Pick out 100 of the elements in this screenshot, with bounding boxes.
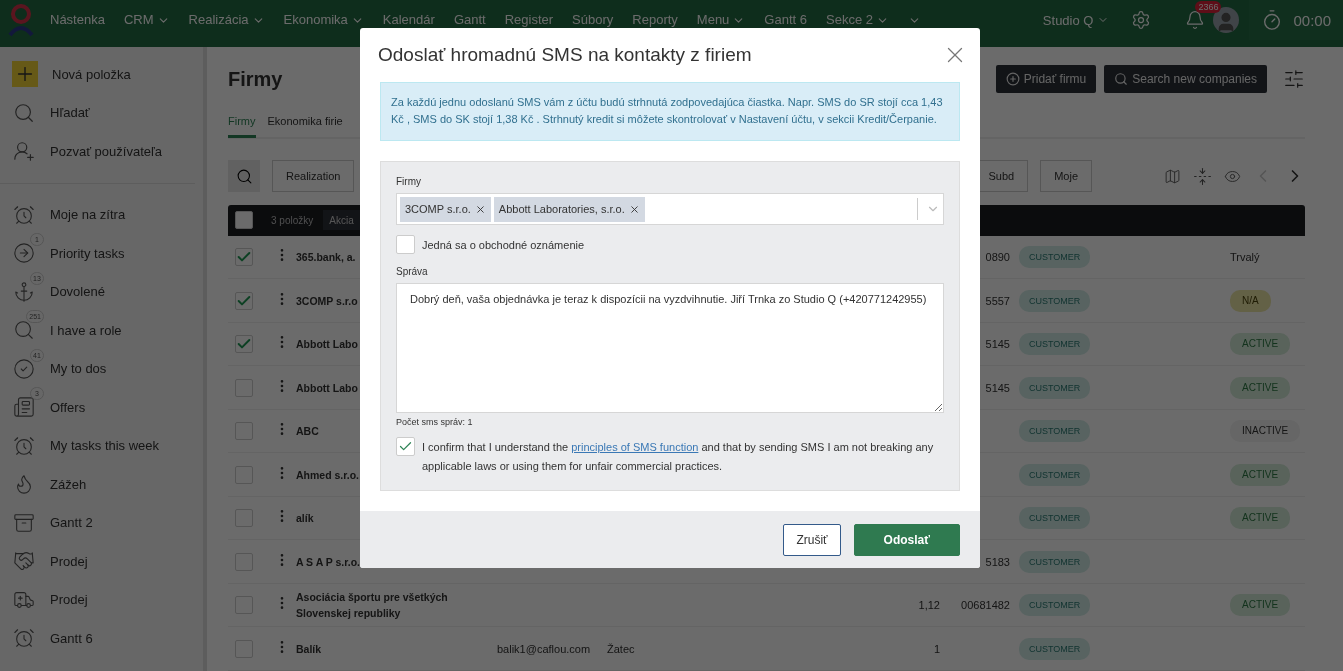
nav-item[interactable]: Kalendár (382, 13, 435, 27)
nav-item[interactable]: Reporty (632, 13, 678, 27)
field-label: Správa (396, 266, 429, 277)
bell-icon[interactable] (1185, 10, 1206, 30)
sidebar-item[interactable]: Moje na zítra (50, 207, 126, 223)
city-text: Žatec (607, 642, 635, 655)
tab[interactable]: Ekonomika firie (267, 107, 343, 139)
id-text: 5183 (985, 555, 1010, 568)
type-badge: CUSTOMER (1019, 333, 1091, 356)
nav-item[interactable]: Ekonomika (283, 13, 364, 27)
sidebar-item[interactable]: I have a role (50, 322, 122, 338)
search-icon (13, 101, 35, 124)
remove-icon[interactable] (628, 203, 640, 215)
check-circle-icon (13, 357, 35, 380)
anchor-icon (13, 280, 35, 303)
handshake-icon (13, 550, 35, 573)
sidebar-item[interactable]: Prodej (50, 553, 88, 569)
nav-item[interactable]: Realizácia (188, 13, 265, 27)
type-badge: CUSTOMER (1019, 376, 1091, 399)
sidebar-item[interactable]: Gantt 6 (50, 630, 93, 646)
nav-item[interactable]: Sekce 2 (826, 13, 889, 27)
cancel-button[interactable]: Zrušiť (783, 523, 841, 556)
sidebar-item[interactable]: My tasks this week (50, 438, 160, 454)
nav-item[interactable]: Menu (696, 13, 746, 27)
archive-icon (13, 511, 35, 534)
filter-button[interactable]: Moje (1040, 160, 1092, 193)
sidebar-item[interactable]: Dovolené (50, 284, 105, 300)
sidebar-action[interactable]: Nová položka (52, 66, 131, 82)
row-checkbox[interactable] (235, 248, 253, 267)
nav-item[interactable]: Register (504, 13, 554, 27)
message-field[interactable]: Dobrý deň, vaša objednávka je teraz k dispozícii na vyzdvihnutie. Jiří Trnka zo Studio Q (+420771242955) (396, 283, 944, 413)
page-title: Firmy (228, 67, 283, 91)
notification-badge: 2366 (1195, 1, 1222, 13)
company-name[interactable]: Asociácia športu pre všetkých Slovenskej republiky (296, 589, 497, 622)
remove-icon[interactable] (474, 203, 486, 215)
status-badge: INACTIVE (1230, 420, 1301, 443)
id-text: 5145 (985, 381, 1010, 394)
type-badge: CUSTOMER (1019, 420, 1091, 443)
search-button[interactable] (228, 160, 260, 193)
type-badge: CUSTOMER (1019, 550, 1091, 573)
action-button[interactable]: Akcia (323, 210, 360, 231)
select-all-checkbox[interactable] (235, 211, 253, 230)
company-name[interactable]: Balík (296, 640, 497, 657)
sms-count-text: Počet sms správ: 1 (396, 417, 474, 427)
nav-item[interactable]: CRM (123, 13, 170, 27)
user-plus-icon (13, 140, 35, 163)
companies-select[interactable]: 3COMP s.r.o. Abbott Laboratories, s.r.o. (396, 193, 944, 225)
status-badge: ACTIVE (1230, 594, 1291, 617)
sidebar-item[interactable]: Priority tasks (50, 245, 125, 261)
sidebar-action[interactable]: Hľadať (50, 105, 90, 121)
row-checkbox[interactable] (235, 335, 253, 354)
sidebar-item[interactable]: Offers (50, 399, 86, 415)
search-icon (1114, 72, 1129, 86)
status-badge: N/A (1230, 289, 1271, 312)
sidebar-item[interactable]: My to dos (50, 361, 107, 377)
settings-icon[interactable] (1131, 10, 1152, 30)
sms-principles-link[interactable]: principles of SMS function (571, 441, 699, 453)
add-company-button[interactable]: Pridať firmu (995, 65, 1097, 93)
arrow-circle-icon (13, 242, 35, 265)
map-icon[interactable] (1164, 167, 1181, 185)
search-companies-button[interactable]: Search new companies (1104, 65, 1267, 93)
sidebar-item[interactable]: Prodej (50, 592, 88, 608)
alarm-clock-icon (13, 203, 35, 226)
nav-item[interactable]: Nástenka (50, 13, 105, 27)
id-text: 00681482 (961, 599, 1010, 612)
company-chip[interactable]: Abbott Laboratories, s.r.o. (493, 196, 645, 222)
send-button[interactable]: Odoslať (853, 523, 960, 556)
checkbox[interactable] (396, 437, 415, 456)
checkbox[interactable] (396, 235, 415, 254)
row-checkbox[interactable] (235, 291, 253, 310)
status-badge: ACTIVE (1230, 463, 1291, 486)
status-text: Trvalý (1230, 251, 1260, 264)
nav-item[interactable]: Gantt (453, 13, 486, 27)
type-badge: CUSTOMER (1019, 246, 1091, 269)
nav-item[interactable]: Súbory (572, 13, 614, 27)
account-menu[interactable]: Studio Q (1042, 12, 1110, 28)
alarm-clock-icon (13, 627, 35, 650)
selection-count: 3 položky (271, 214, 314, 226)
search-icon (235, 167, 253, 185)
search-icon (13, 319, 35, 342)
sidebar-item[interactable]: Zážeh (50, 476, 87, 492)
id-text: 5145 (985, 338, 1010, 351)
sidebar-action[interactable]: Pozvať používateľa (50, 143, 162, 159)
filter-button[interactable]: Realization (272, 160, 355, 193)
number-text: 1 (933, 642, 940, 655)
company-chip[interactable]: 3COMP s.r.o. (400, 196, 491, 222)
type-badge: CUSTOMER (1019, 594, 1091, 617)
timer-text: 00:00 (1293, 11, 1331, 29)
filter-settings-icon[interactable] (1283, 68, 1305, 90)
checkbox-label: Jedná sa o obchodné oznámenie (422, 238, 585, 251)
plus-icon (12, 61, 38, 88)
id-text: 0890 (985, 251, 1010, 264)
info-notice: Za každú jednu odoslanú SMS vám z účtu budú strhnutá zodpovedajúca čiastka. Napr. SMS do SR stojí cca 1,43 Kč , SMS do SK stojí 1,38 Kč . Strhnutý kredit si môžete skontrolovať v Nastavení účtu, v sekcii Kredit/Čerpanie. (380, 82, 960, 141)
nav-item[interactable]: Gantt 6 (764, 13, 807, 27)
status-badge: ACTIVE (1230, 376, 1291, 399)
row-height-icon[interactable] (1193, 166, 1212, 186)
sidebar-item[interactable]: Gantt 2 (50, 515, 93, 531)
type-badge: CUSTOMER (1019, 289, 1091, 312)
type-badge: CUSTOMER (1019, 463, 1091, 486)
tab[interactable]: Firmy (228, 107, 256, 139)
